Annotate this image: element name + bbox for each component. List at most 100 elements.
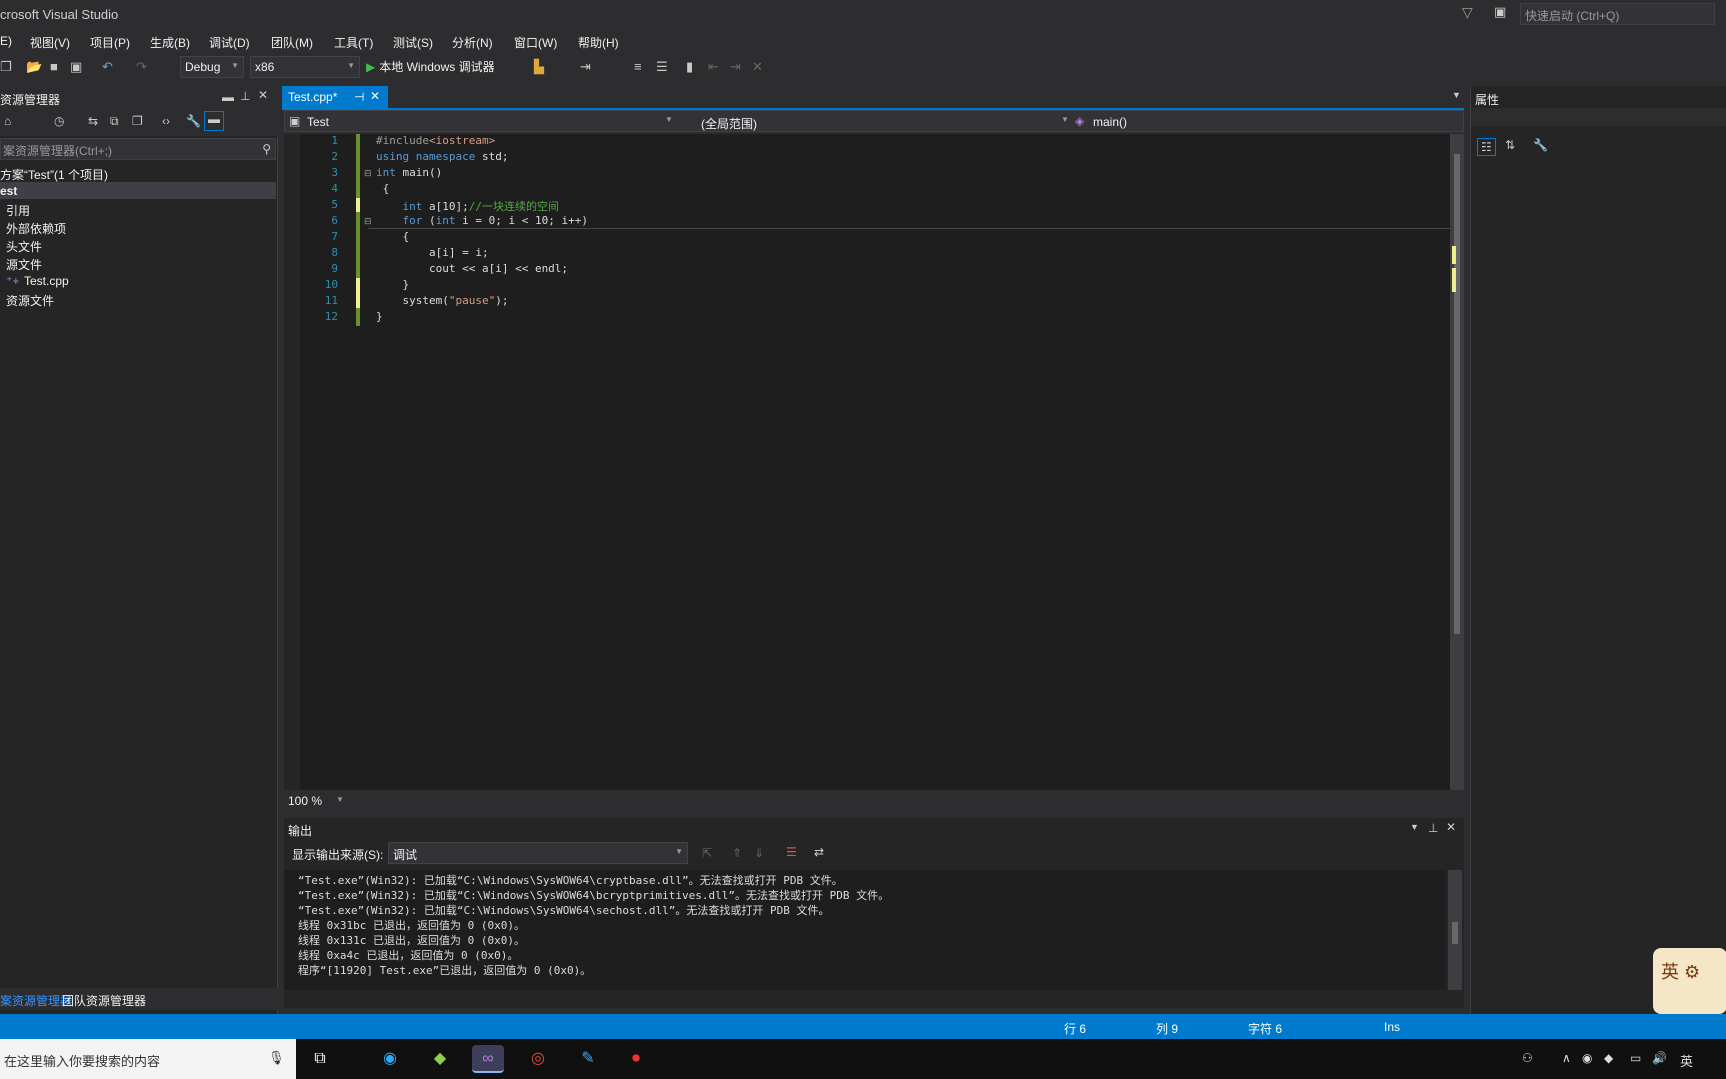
- chevron-down-icon[interactable]: ▼: [1452, 90, 1461, 100]
- prev-message-icon[interactable]: ⇑: [732, 846, 742, 860]
- clear-bookmarks-icon[interactable]: ✕: [752, 59, 763, 75]
- task-view-icon[interactable]: ⧉: [304, 1045, 336, 1073]
- tree-test-cpp[interactable]: Test.cpp: [24, 274, 69, 288]
- browse-icon[interactable]: ▙: [534, 59, 544, 75]
- redo-icon[interactable]: ↷: [136, 59, 147, 75]
- word-wrap-icon[interactable]: ⇄: [814, 845, 824, 859]
- collapse-main-icon[interactable]: ⊟: [364, 168, 372, 179]
- nav-scope[interactable]: (全局范围): [701, 115, 757, 132]
- menu-project[interactable]: 项目(P): [90, 34, 130, 51]
- home-icon[interactable]: ⌂: [4, 114, 11, 128]
- menu-dropdown-icon[interactable]: ▬: [222, 90, 234, 104]
- chevron-down-icon[interactable]: ▼: [336, 795, 344, 804]
- solution-search-input[interactable]: 案资源管理器(Ctrl+;) ⚲: [0, 138, 276, 160]
- people-icon[interactable]: ⚇: [1522, 1051, 1533, 1065]
- chevron-down-icon[interactable]: ▼: [665, 115, 673, 124]
- new-project-icon[interactable]: ❐: [0, 59, 12, 75]
- platform-select[interactable]: x86 ▼: [250, 56, 360, 78]
- tree-header-files[interactable]: 头文件: [6, 238, 42, 255]
- microphone-icon[interactable]: 🎙: [268, 1050, 285, 1066]
- sync-icon[interactable]: ⇆: [88, 114, 98, 128]
- quick-launch-input[interactable]: 快速启动 (Ctrl+Q): [1520, 3, 1715, 25]
- menu-debug[interactable]: 调试(D): [209, 34, 250, 51]
- close-icon[interactable]: ✕: [258, 88, 268, 102]
- prev-bookmark-icon[interactable]: ⇤: [708, 59, 719, 75]
- tree-external-deps[interactable]: 外部依赖项: [6, 220, 66, 237]
- editor-scrollbar[interactable]: [1450, 134, 1464, 790]
- menu-build[interactable]: 生成(B): [150, 34, 190, 51]
- chat-app-icon[interactable]: ◆: [424, 1045, 456, 1073]
- output-scrollbar[interactable]: [1448, 870, 1462, 990]
- network-icon[interactable]: ▭: [1630, 1051, 1641, 1065]
- visual-studio-icon[interactable]: ∞: [472, 1045, 504, 1073]
- scrollbar-thumb[interactable]: [1454, 154, 1460, 634]
- nav-member[interactable]: main(): [1093, 115, 1127, 129]
- record-icon[interactable]: ⏺: [620, 1045, 652, 1073]
- wrench-icon[interactable]: 🔧: [186, 114, 201, 128]
- tab-test-cpp[interactable]: Test.cpp* ⊣ ✕: [282, 86, 388, 108]
- copy-icon[interactable]: ❐: [132, 114, 143, 128]
- step-icon[interactable]: ⇥: [580, 59, 591, 75]
- volume-icon[interactable]: 🔊: [1652, 1051, 1667, 1065]
- indent-icon[interactable]: ≡: [634, 59, 642, 74]
- alphabetical-icon[interactable]: ⇅: [1505, 138, 1515, 152]
- properties-object-select[interactable]: [1471, 108, 1726, 126]
- tree-resource-files[interactable]: 资源文件: [6, 292, 54, 309]
- close-icon[interactable]: ✕: [370, 89, 380, 103]
- ime-indicator[interactable]: 英: [1680, 1051, 1693, 1070]
- preview-icon[interactable]: ▬: [204, 111, 224, 131]
- bookmark-icon[interactable]: ▮: [686, 59, 693, 75]
- menu-team[interactable]: 团队(M): [271, 34, 313, 51]
- code-icon[interactable]: ‹›: [162, 114, 170, 128]
- output-source-select[interactable]: 调试 ▼: [388, 842, 688, 864]
- history-icon[interactable]: ◷: [54, 114, 64, 128]
- zoom-level[interactable]: 100 %: [288, 794, 322, 808]
- tree-source-files[interactable]: 源文件: [6, 256, 42, 273]
- tray-expand-icon[interactable]: ∧: [1562, 1051, 1571, 1065]
- taskbar-search-input[interactable]: 在这里输入你要搜索的内容 🎙: [0, 1039, 296, 1079]
- tree-solution[interactable]: 方案“Test”(1 个项目): [0, 166, 108, 183]
- collapse-icon[interactable]: ⧉: [110, 114, 119, 129]
- start-debugging-button[interactable]: ▶ 本地 Windows 调试器: [366, 58, 495, 75]
- wrench-icon[interactable]: 🔧: [1533, 138, 1548, 152]
- pin-icon[interactable]: ⊥: [240, 89, 250, 103]
- tab-team-explorer[interactable]: 团队资源管理器: [62, 992, 146, 1009]
- go-to-icon[interactable]: ⇱: [702, 846, 712, 860]
- categorized-icon[interactable]: ☷: [1477, 138, 1496, 156]
- tray-app-icon[interactable]: ◆: [1604, 1051, 1613, 1065]
- save-icon[interactable]: ■: [50, 59, 58, 74]
- code-editor[interactable]: 1 2 3 4 5 6 7 8 9 10 11 12 ⊟ ⊟ #include<…: [284, 134, 1464, 790]
- tree-project[interactable]: est: [0, 184, 17, 198]
- menu-test[interactable]: 测试(S): [393, 34, 433, 51]
- feedback-icon[interactable]: ▣: [1494, 4, 1506, 20]
- config-select[interactable]: Debug ▼: [180, 56, 244, 78]
- music-app-icon[interactable]: ◎: [522, 1045, 554, 1073]
- next-bookmark-icon[interactable]: ⇥: [730, 59, 741, 75]
- browser-icon[interactable]: ◉: [374, 1045, 406, 1073]
- nav-project[interactable]: Test: [307, 115, 329, 129]
- menu-analyze[interactable]: 分析(N): [452, 34, 493, 51]
- save-all-icon[interactable]: ▣: [70, 59, 82, 75]
- chevron-down-icon[interactable]: ▼: [1410, 822, 1419, 832]
- menu-help[interactable]: 帮助(H): [578, 34, 619, 51]
- menu-view[interactable]: 视图(V): [30, 34, 70, 51]
- output-text[interactable]: “Test.exe”(Win32): 已加载“C:\Windows\SysWOW…: [284, 870, 1446, 990]
- open-file-icon[interactable]: 📂: [26, 59, 42, 75]
- pin-icon[interactable]: ⊥: [1428, 821, 1438, 835]
- clear-all-icon[interactable]: ☰: [786, 845, 797, 859]
- menu-edit[interactable]: E): [0, 34, 12, 48]
- close-icon[interactable]: ✕: [1446, 820, 1456, 834]
- outdent-icon[interactable]: ☰: [656, 59, 668, 75]
- scrollbar-thumb[interactable]: [1452, 922, 1458, 944]
- pin-icon[interactable]: ⊣: [354, 90, 364, 104]
- tree-references[interactable]: 引用: [6, 202, 30, 219]
- filter-icon[interactable]: ▽: [1462, 4, 1473, 21]
- undo-icon[interactable]: ↶: [102, 59, 113, 75]
- collapse-for-icon[interactable]: ⊟: [364, 216, 372, 227]
- menu-window[interactable]: 窗口(W): [514, 34, 557, 51]
- pen-app-icon[interactable]: ✎: [572, 1045, 604, 1073]
- chevron-down-icon[interactable]: ▼: [1061, 115, 1069, 124]
- menu-tools[interactable]: 工具(T): [334, 34, 373, 51]
- next-message-icon[interactable]: ⇓: [754, 846, 764, 860]
- steam-icon[interactable]: ◉: [1582, 1051, 1592, 1065]
